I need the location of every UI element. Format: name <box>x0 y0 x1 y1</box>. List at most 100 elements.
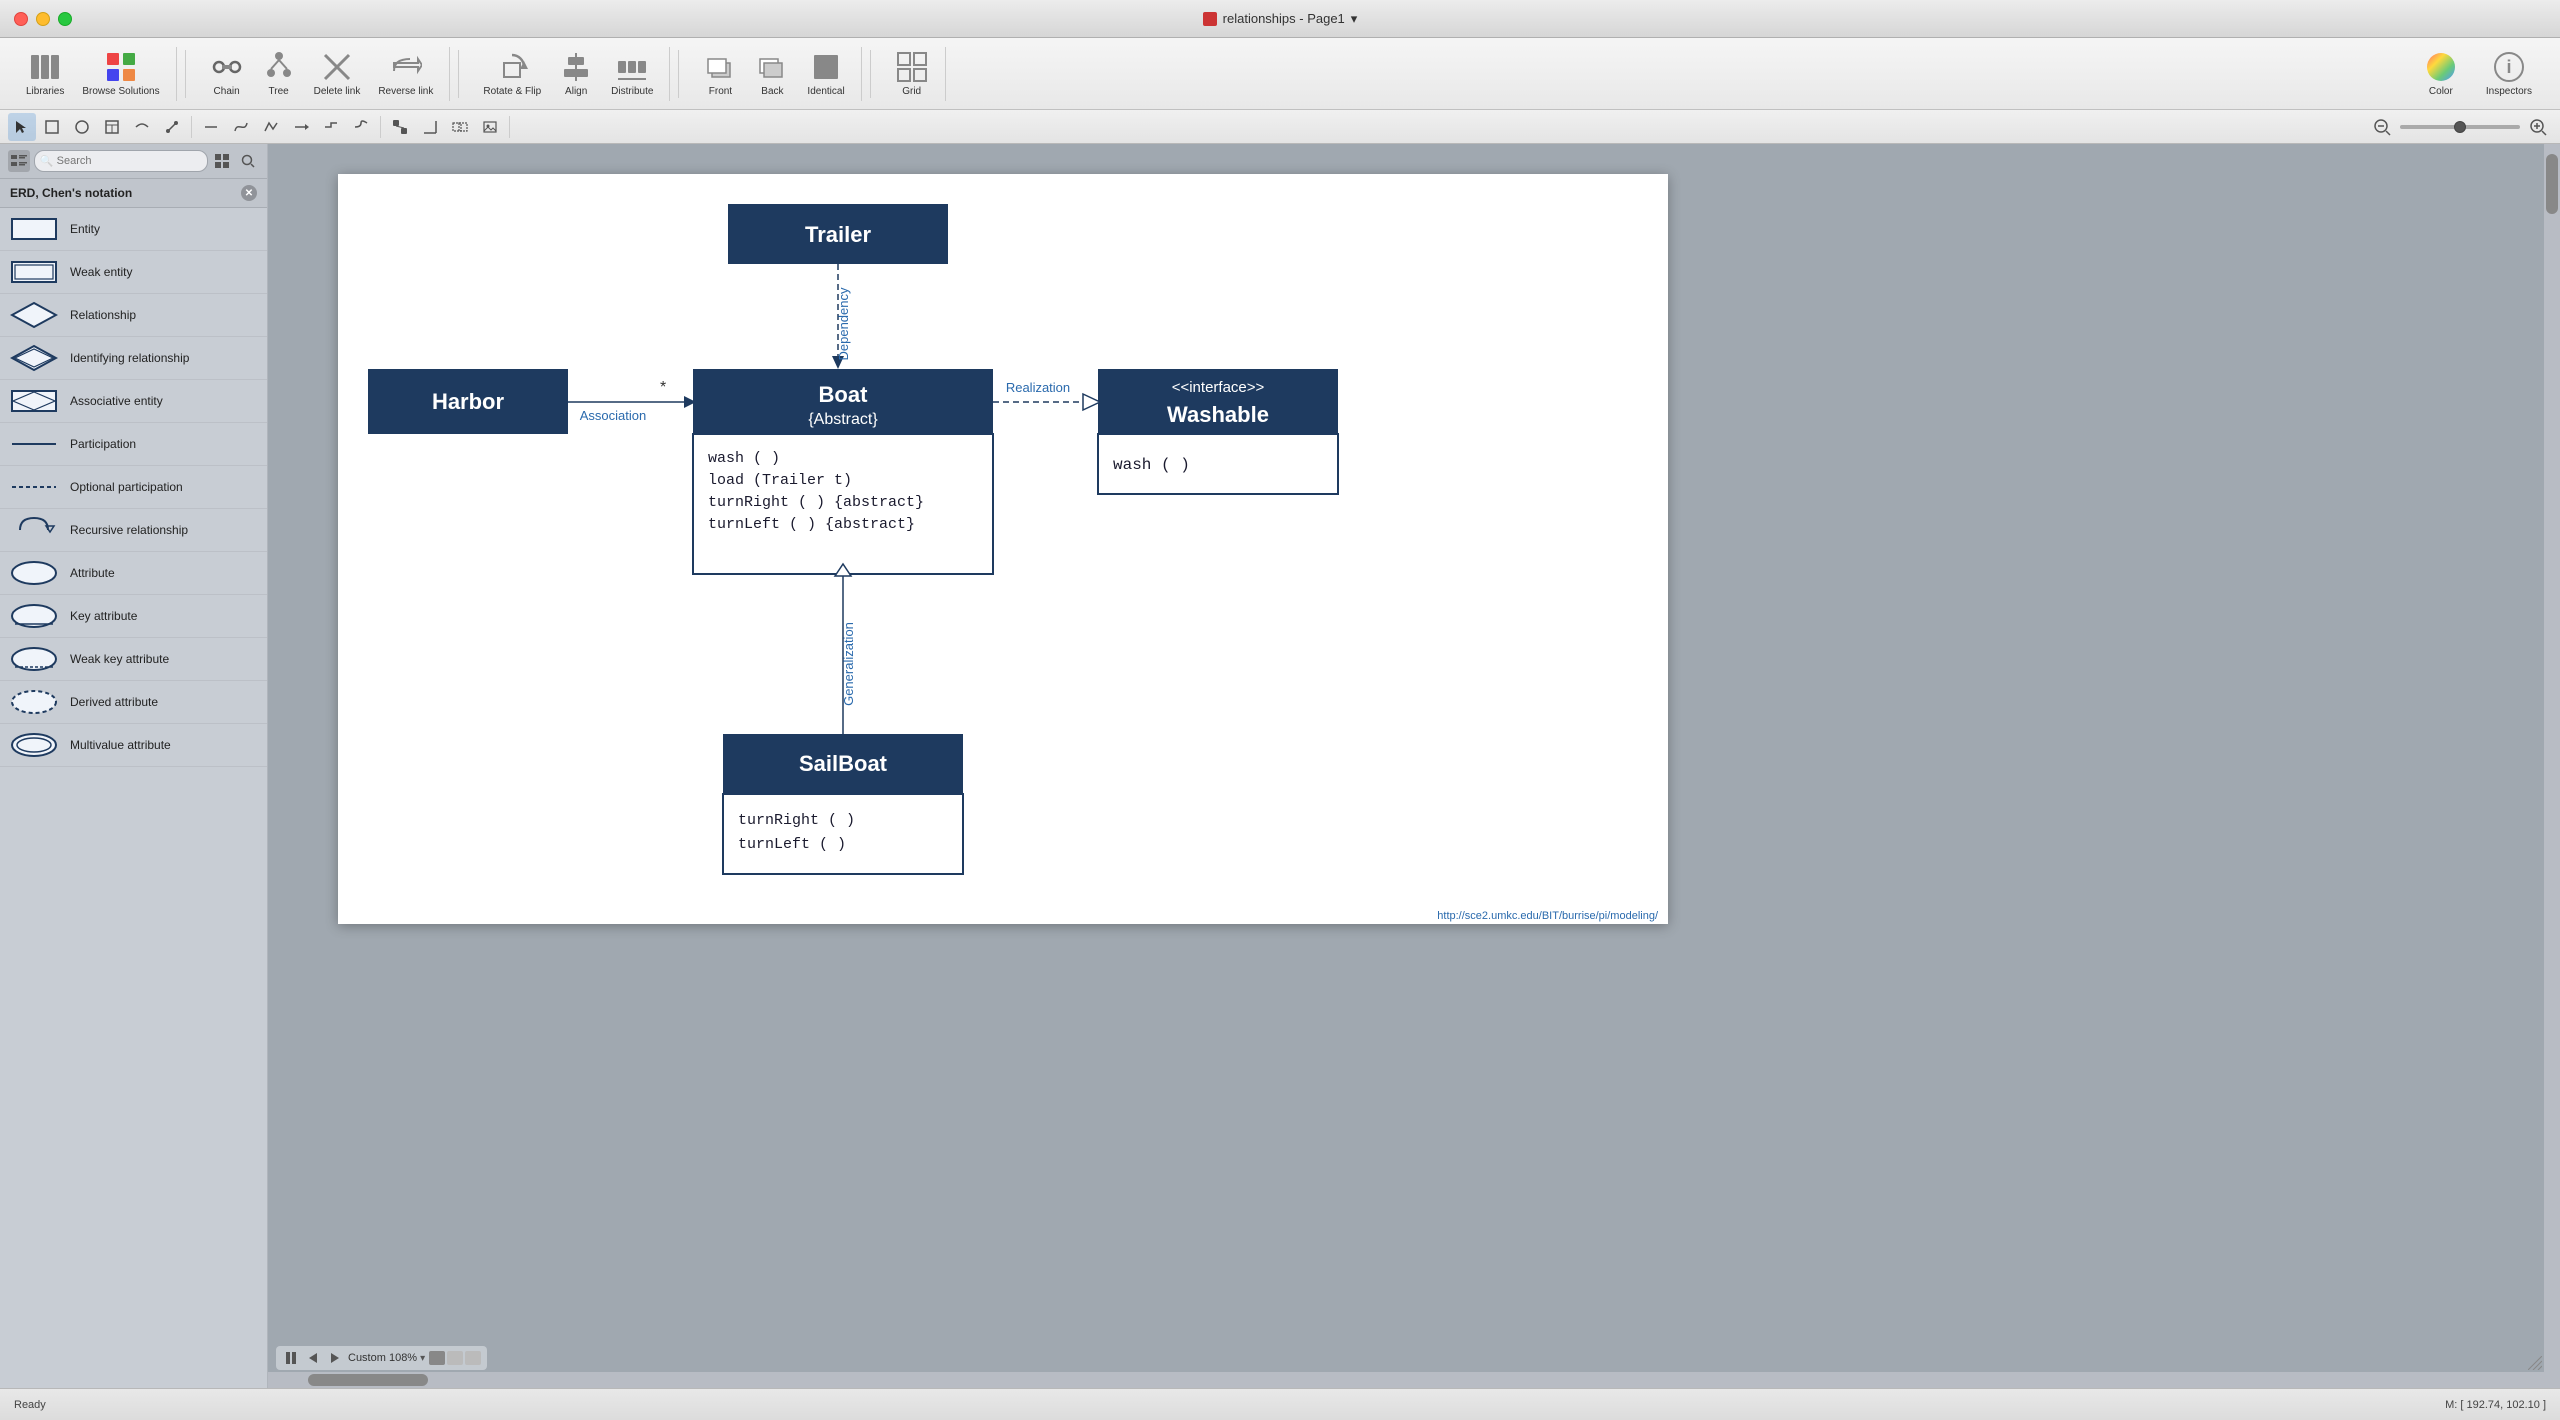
scrollbar-thumb-v[interactable] <box>2546 154 2558 214</box>
statusbar: Ready M: [ 192.74, 102.10 ] <box>0 1388 2560 1420</box>
shape-item-participation[interactable]: Participation <box>0 423 267 466</box>
search-wrapper: 🔍 <box>34 150 208 172</box>
connector-curved[interactable] <box>347 113 375 141</box>
reference-url: http://sce2.umkc.edu/BIT/burrise/pi/mode… <box>1437 910 1659 922</box>
canvas-scrollbar-h[interactable] <box>268 1372 2560 1388</box>
resize-handle[interactable] <box>2528 1356 2542 1370</box>
rotate-flip-icon <box>496 51 528 83</box>
shape-item-key-attribute[interactable]: Key attribute <box>0 595 267 638</box>
sidebar-header: 🔍 <box>0 144 267 179</box>
toolbar-sep-1 <box>185 50 186 98</box>
back-button[interactable]: Back <box>747 47 797 101</box>
grid-view-button[interactable] <box>212 150 234 172</box>
shape-item-identifying-relationship[interactable]: Identifying relationship <box>0 337 267 380</box>
pause-button[interactable] <box>282 1349 300 1367</box>
connector-straight[interactable] <box>287 113 315 141</box>
key-attribute-label: Key attribute <box>70 609 137 623</box>
shape-item-weak-key-attribute[interactable]: Weak key attribute <box>0 638 267 681</box>
zoom-out-button[interactable] <box>2368 113 2396 141</box>
zoom-display: Custom 108% ▾ <box>348 1352 425 1364</box>
image-tool[interactable] <box>476 113 504 141</box>
sailboat-method-1: turnRight ( ) <box>738 812 855 829</box>
identical-button[interactable]: Identical <box>799 47 852 101</box>
chain-button[interactable]: Chain <box>202 47 252 101</box>
delete-link-icon <box>321 51 353 83</box>
boat-method-1: wash ( ) <box>708 450 780 467</box>
view-mode-buttons <box>429 1351 481 1365</box>
next-page-button[interactable] <box>326 1349 344 1367</box>
view-mode-1[interactable] <box>429 1351 445 1365</box>
browse-solutions-button[interactable]: Browse Solutions <box>74 47 167 101</box>
shape-item-multivalue-attribute[interactable]: Multivalue attribute <box>0 724 267 767</box>
maximize-button[interactable] <box>58 12 72 26</box>
rect-tool[interactable] <box>38 113 66 141</box>
diagram-canvas[interactable]: Trailer Dependency Boat {Abstract} wash … <box>338 174 1668 924</box>
toolbar-group-order: Front Back Identical <box>687 47 861 101</box>
shape-item-associative-entity[interactable]: Associative entity <box>0 380 267 423</box>
weak-entity-preview <box>10 257 58 287</box>
identifying-relationship-preview <box>10 343 58 373</box>
front-button[interactable]: Front <box>695 47 745 101</box>
delete-link-button[interactable]: Delete link <box>306 47 369 101</box>
dependency-label: Dependency <box>836 287 851 360</box>
minimize-button[interactable] <box>36 12 50 26</box>
search-input[interactable] <box>34 150 208 172</box>
library-close-button[interactable]: ✕ <box>241 185 257 201</box>
bezier-tool[interactable] <box>227 113 255 141</box>
grid-button[interactable]: Grid <box>887 47 937 101</box>
reverse-link-button[interactable]: Reverse link <box>370 47 441 101</box>
shape-item-recursive-relationship[interactable]: Recursive relationship <box>0 509 267 552</box>
align-button[interactable]: Align <box>551 47 601 101</box>
select-tool[interactable] <box>8 113 36 141</box>
relationship-preview <box>10 300 58 330</box>
app-icon <box>1203 12 1217 26</box>
zoom-thumb[interactable] <box>2454 121 2466 133</box>
traffic-lights <box>14 12 72 26</box>
recursive-relationship-preview <box>10 515 58 545</box>
view-mode-3[interactable] <box>465 1351 481 1365</box>
canvas-scrollbar-v[interactable] <box>2544 144 2560 1388</box>
freehand-tool[interactable] <box>158 113 186 141</box>
shape-item-derived-attribute[interactable]: Derived attribute <box>0 681 267 724</box>
search-toggle-button[interactable] <box>237 150 259 172</box>
list-view-button[interactable] <box>8 150 30 172</box>
shape-item-entity[interactable]: Entity <box>0 208 267 251</box>
zoom-slider[interactable] <box>2400 125 2520 129</box>
zoom-in-button[interactable] <box>2524 113 2552 141</box>
inspectors-button[interactable]: i Inspectors <box>2478 47 2540 101</box>
washable-name-label: Washable <box>1167 402 1269 427</box>
edit-points-tool[interactable] <box>386 113 414 141</box>
scrollbar-thumb-h[interactable] <box>308 1374 428 1386</box>
zoom-label: Custom 108% <box>348 1352 417 1364</box>
shape-item-relationship[interactable]: Relationship <box>0 294 267 337</box>
connector-tool[interactable] <box>128 113 156 141</box>
shape-item-optional-participation[interactable]: Optional participation <box>0 466 267 509</box>
prev-page-button[interactable] <box>304 1349 322 1367</box>
rotate-flip-button[interactable]: Rotate & Flip <box>475 47 549 101</box>
key-attribute-preview <box>10 601 58 631</box>
poly-line-tool[interactable] <box>257 113 285 141</box>
libraries-button[interactable]: Libraries <box>18 47 72 101</box>
distribute-button[interactable]: Distribute <box>603 47 661 101</box>
resize-tool[interactable] <box>416 113 444 141</box>
harbor-label: Harbor <box>432 389 505 414</box>
zoom-dropdown[interactable]: ▾ <box>420 1353 425 1364</box>
canvas-area[interactable]: Trailer Dependency Boat {Abstract} wash … <box>268 144 2560 1388</box>
tree-icon <box>263 51 295 83</box>
view-mode-2[interactable] <box>447 1351 463 1365</box>
color-button[interactable]: Color <box>2416 47 2466 101</box>
shape-item-attribute[interactable]: Attribute <box>0 552 267 595</box>
boat-abstract-label: {Abstract} <box>808 411 878 428</box>
relationship-label: Relationship <box>70 308 136 322</box>
tree-button[interactable]: Tree <box>254 47 304 101</box>
generalization-label: Generalization <box>841 622 856 706</box>
toolbar-sep-3 <box>678 50 679 98</box>
chain-icon <box>211 51 243 83</box>
ellipse-tool[interactable] <box>68 113 96 141</box>
shape-item-weak-entity[interactable]: Weak entity <box>0 251 267 294</box>
table-tool[interactable] <box>98 113 126 141</box>
group-tool[interactable] <box>446 113 474 141</box>
connector-elbow[interactable] <box>317 113 345 141</box>
line-tool[interactable] <box>197 113 225 141</box>
close-button[interactable] <box>14 12 28 26</box>
